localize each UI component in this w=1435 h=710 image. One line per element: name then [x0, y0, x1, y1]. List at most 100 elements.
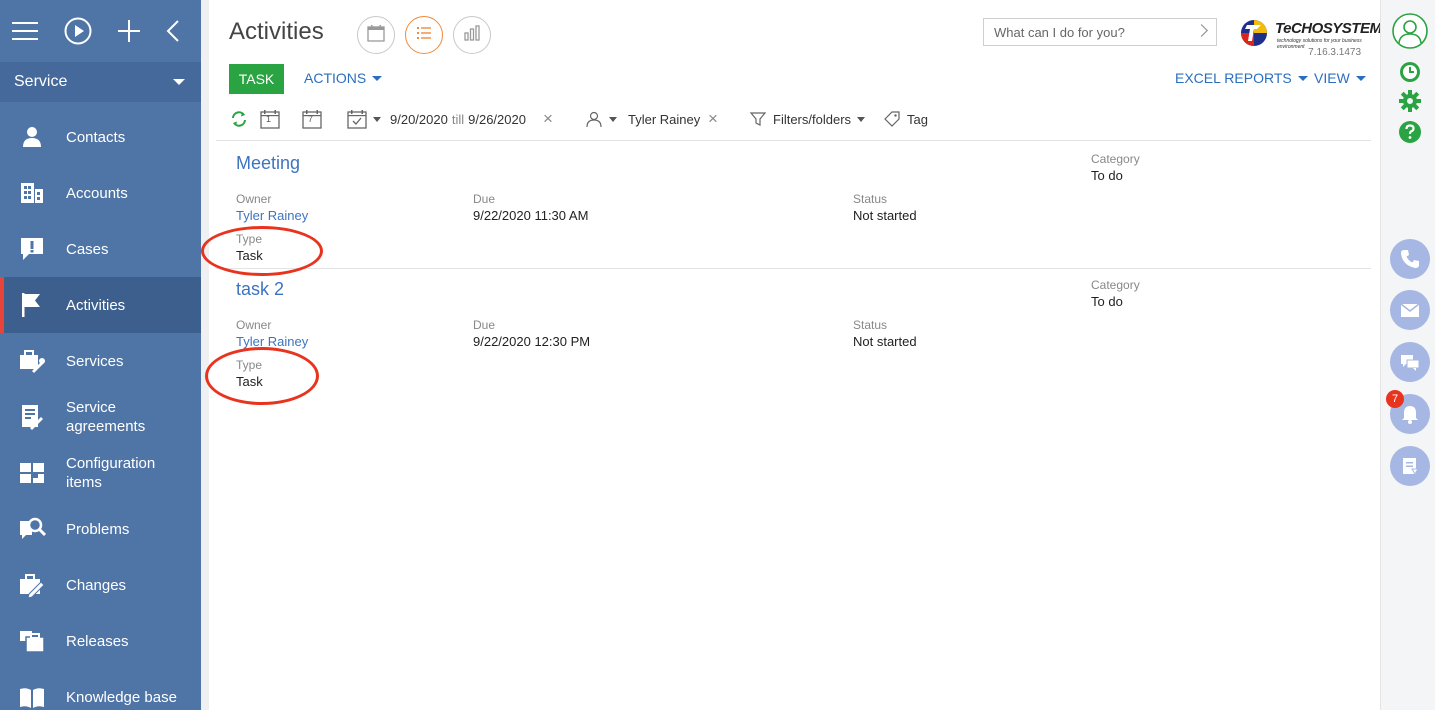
status-field: Status Not started: [853, 317, 917, 351]
sidebar-item-changes[interactable]: Changes: [0, 557, 201, 613]
filter-bar: 1 7 9/20/2020 till 9/26/2020 × Tyler Rai…: [229, 106, 1369, 132]
user-avatar[interactable]: [1391, 12, 1429, 55]
sidebar-item-label: Contacts: [66, 128, 126, 146]
clear-owner-filter-icon[interactable]: ×: [708, 106, 718, 132]
field-caption: Category: [1091, 278, 1140, 292]
blocks-icon: [18, 459, 46, 487]
refresh-icon[interactable]: [229, 106, 249, 132]
list-view-button[interactable]: [405, 16, 443, 54]
sidebar-item-label: Service agreements: [66, 399, 146, 435]
category-field: Category To do: [1091, 277, 1140, 311]
notification-count-badge: 7: [1386, 390, 1404, 408]
sidebar-item-label: Changes: [66, 576, 127, 594]
hamburger-menu-icon[interactable]: [12, 21, 38, 41]
timer-icon[interactable]: [1398, 60, 1422, 89]
stacked-briefcase-icon: [18, 627, 46, 655]
record-title-link[interactable]: Meeting: [236, 153, 300, 174]
clear-date-filter-icon[interactable]: ×: [543, 106, 553, 132]
phone-icon: [1401, 250, 1419, 268]
sidebar-item-service-agreements[interactable]: Service agreements: [0, 389, 201, 445]
filters-folders-menu[interactable]: Filters/folders: [749, 106, 866, 132]
sidebar-item-label: Problems: [66, 520, 130, 538]
excel-reports-label: EXCEL REPORTS: [1175, 70, 1292, 86]
sidebar-item-knowledge-base[interactable]: Knowledge base: [0, 669, 201, 710]
sidebar-item-releases[interactable]: Releases: [0, 613, 201, 669]
sidebar-item-activities[interactable]: Activities: [0, 277, 201, 333]
view-label: VIEW: [1314, 70, 1350, 86]
sidebar-top-bar: [0, 0, 201, 62]
workplace-selector[interactable]: Service: [0, 62, 201, 102]
help-icon[interactable]: [1398, 120, 1422, 149]
date-to: 9/26/2020: [468, 111, 526, 127]
tag-label: Tag: [907, 111, 928, 127]
period-picker-button[interactable]: [346, 106, 381, 132]
sidebar-item-configuration-items[interactable]: Configuration items: [0, 445, 201, 501]
due-field: Due 9/22/2020 12:30 PM: [473, 317, 590, 351]
bar-chart-icon: [462, 23, 482, 48]
filter-icon: [749, 112, 767, 126]
day-number: 1: [266, 114, 272, 124]
field-caption: Due: [473, 192, 496, 206]
actions-menu[interactable]: ACTIONS: [304, 70, 383, 86]
view-menu[interactable]: VIEW: [1314, 70, 1366, 86]
chat-bubbles-icon: [1401, 355, 1420, 371]
excel-reports-menu[interactable]: EXCEL REPORTS: [1175, 70, 1308, 86]
owner-filter-selector[interactable]: [585, 106, 617, 132]
email-button[interactable]: [1390, 290, 1430, 330]
sidebar-item-contacts[interactable]: Contacts: [0, 109, 201, 165]
date-range-filter[interactable]: 9/20/2020 till 9/26/2020: [390, 106, 526, 132]
field-caption: Status: [853, 318, 888, 332]
call-button[interactable]: [1390, 239, 1430, 279]
sidebar-item-services[interactable]: Services: [0, 333, 201, 389]
sidebar-item-accounts[interactable]: Accounts: [0, 165, 201, 221]
owner-link[interactable]: Tyler Rainey: [236, 207, 308, 225]
date-from: 9/20/2020: [390, 111, 448, 127]
page-title: Activities: [229, 18, 324, 45]
sidebar-nav: Contacts Accounts Cases Activities Servi…: [0, 109, 201, 710]
analytics-view-button[interactable]: [453, 16, 491, 54]
field-value: To do: [1091, 294, 1123, 309]
field-value: To do: [1091, 168, 1123, 183]
field-value: 9/22/2020 12:30 PM: [473, 334, 591, 349]
person-icon: [18, 123, 46, 151]
add-task-button[interactable]: TASK: [229, 64, 284, 94]
play-icon[interactable]: [64, 17, 92, 45]
plus-icon[interactable]: [118, 20, 140, 42]
calendar-check-icon: [347, 110, 367, 129]
tag-button[interactable]: Tag: [883, 106, 928, 132]
category-field: Category To do: [1091, 151, 1140, 185]
list-item[interactable]: Meeting Owner Tyler Rainey Due 9/22/2020…: [201, 141, 1371, 276]
list-item[interactable]: task 2 Owner Tyler Rainey Due 9/22/2020 …: [205, 269, 1371, 405]
chevron-down-icon: [372, 75, 383, 81]
collapse-chevron-icon[interactable]: [166, 19, 180, 43]
right-rail: 7: [1380, 0, 1435, 710]
chevron-right-icon[interactable]: [1195, 24, 1208, 37]
bell-icon: [1402, 406, 1418, 424]
chevron-down-icon: [1355, 75, 1366, 81]
calendar-view-button[interactable]: [357, 16, 395, 54]
calendar-icon: [366, 23, 386, 48]
envelope-icon: [1400, 303, 1420, 317]
week-calendar-button[interactable]: 7: [301, 106, 323, 132]
sidebar-item-cases[interactable]: Cases: [0, 221, 201, 277]
sidebar-item-label: Releases: [66, 632, 129, 650]
logo-emblem-icon: [1241, 20, 1267, 46]
field-value: 9/22/2020 11:30 AM: [473, 208, 589, 223]
field-value: Not started: [853, 334, 917, 349]
field-caption: Owner: [236, 192, 272, 206]
field-caption: Owner: [236, 318, 272, 332]
version-label: 7.16.3.1473: [1308, 47, 1361, 58]
sidebar-item-problems[interactable]: Problems: [0, 501, 201, 557]
feed-button[interactable]: [1390, 446, 1430, 486]
gear-icon[interactable]: [1398, 89, 1422, 118]
sidebar-item-label: Activities: [66, 296, 126, 314]
chat-button[interactable]: [1390, 342, 1430, 382]
chevron-down-icon: [857, 116, 866, 122]
book-icon: [18, 683, 46, 710]
record-title-link[interactable]: task 2: [236, 279, 284, 300]
till-label: till: [451, 111, 465, 127]
exclamation-bubble-icon: [18, 235, 46, 263]
command-search-input[interactable]: What can I do for you?: [983, 18, 1217, 46]
day-calendar-button[interactable]: 1: [259, 106, 281, 132]
building-icon: [18, 179, 46, 207]
